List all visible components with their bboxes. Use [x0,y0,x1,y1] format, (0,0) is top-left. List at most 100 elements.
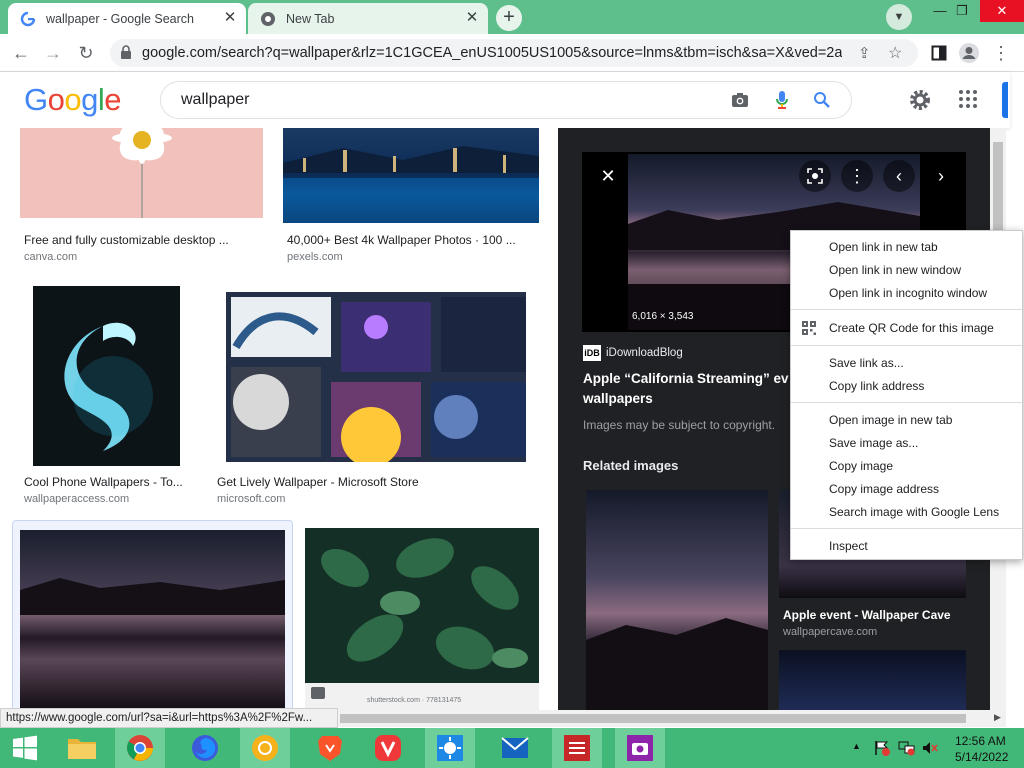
forward-arrow-icon[interactable]: → [40,40,66,66]
menu-open-link-new-window[interactable]: Open link in new window [829,263,961,277]
menu-copy-image-address[interactable]: Copy image address [829,482,939,496]
new-tab-button[interactable]: + [496,5,522,31]
related-source: wallpapercave.com [783,626,878,638]
search-box[interactable]: wallpaper [160,81,852,119]
bookmark-star-icon[interactable]: ☆ [888,43,902,63]
menu-search-google-lens[interactable]: Search image with Google Lens [829,505,999,519]
result-caption[interactable]: 40,000+ Best 4k Wallpaper Photos · 100 .… [287,233,516,247]
result-source: shutterstock.com · 778131475 [367,697,462,704]
brave-icon[interactable] [305,728,355,768]
weather-app-icon[interactable] [425,728,475,768]
more-options-icon[interactable]: ⋮ [841,160,873,192]
result-caption[interactable]: Free and fully customizable desktop ... [24,233,229,247]
qr-code-icon [802,321,816,338]
microphone-icon[interactable] [775,90,789,115]
tab-strip: wallpaper - Google Search ✕ New Tab ✕ + … [0,0,1024,34]
scroll-thumb[interactable] [340,714,966,723]
menu-separator [791,402,1022,403]
result-image-dragon[interactable] [33,286,180,466]
chrome-menu-icon[interactable]: ⋮ [988,40,1014,66]
context-menu: Open link in new tab Open link in new wi… [790,230,1023,560]
result-image-lively[interactable] [226,292,526,467]
image-results: Free and fully customizable desktop ... … [0,128,558,710]
tab-new-tab[interactable]: New Tab ✕ [248,3,488,34]
back-arrow-icon[interactable]: ← [8,40,34,66]
camera-app-icon[interactable] [615,728,665,768]
chrome-favicon-icon [260,11,276,27]
tab-title: New Tab [286,11,335,26]
google-favicon-icon [20,11,36,27]
vivaldi-icon[interactable] [363,728,413,768]
result-image-california[interactable] [20,530,285,710]
apps-grid-icon[interactable] [958,89,978,114]
result-caption[interactable]: Cool Phone Wallpapers - To... [24,475,183,489]
search-icon[interactable] [813,91,831,114]
menu-copy-link-address[interactable]: Copy link address [829,379,924,393]
menu-separator [791,345,1022,346]
mail-icon[interactable] [490,728,540,768]
link-status-bubble: https://www.google.com/url?sa=i&url=http… [0,708,338,728]
related-images-heading: Related images [583,458,679,473]
network-icon[interactable] [898,740,916,759]
site-favicon: iDB [583,345,601,361]
copyright-note[interactable]: Images may be subject to copyright. [583,418,775,432]
google-logo[interactable]: Google [24,82,122,118]
side-panel-icon[interactable] [926,40,952,66]
menu-open-link-incognito[interactable]: Open link in incognito window [829,286,987,300]
result-source: microsoft.com [217,493,286,505]
image-title-line1[interactable]: Apple “California Streaming” ev [583,371,789,386]
close-window-icon[interactable]: ✕ [980,0,1024,22]
image-title-line2[interactable]: wallpapers [583,391,653,406]
restore-icon[interactable]: ❐ [946,0,978,22]
related-image-1[interactable] [586,490,768,710]
search-input[interactable]: wallpaper [181,91,249,109]
chrome-taskbar-icon[interactable] [115,728,165,768]
related-image-3[interactable] [779,650,966,710]
clock-date[interactable]: 5/14/2022 [955,750,1008,764]
reload-icon[interactable]: ↻ [73,40,99,66]
file-explorer-icon[interactable] [57,728,107,768]
image-dimensions: 6,016 × 3,543 [632,311,694,322]
address-bar[interactable]: google.com/search?q=wallpaper&rlz=1C1GCE… [110,39,918,67]
menu-copy-image[interactable]: Copy image [829,459,893,473]
result-caption[interactable]: Get Lively Wallpaper - Microsoft Store [217,475,419,489]
volume-muted-icon[interactable] [922,740,938,759]
canary-icon[interactable] [240,728,290,768]
menu-save-image-as[interactable]: Save image as... [829,436,918,450]
share-icon[interactable]: ⇪ [858,44,871,62]
windows-start-icon[interactable] [0,728,50,768]
firefox-icon[interactable] [180,728,230,768]
clock-time[interactable]: 12:56 AM [955,734,1006,748]
camera-icon[interactable] [731,92,749,113]
result-source: wallpaperaccess.com [24,493,130,505]
news-app-icon[interactable] [552,728,602,768]
profile-avatar-icon[interactable] [956,40,982,66]
scroll-right-icon[interactable]: ▶ [994,712,1001,723]
result-image-pexels[interactable] [283,128,539,223]
previous-image-icon[interactable]: ‹ [883,160,915,192]
image-icon [311,687,325,699]
menu-create-qr-code[interactable]: Create QR Code for this image [829,321,994,335]
google-lens-icon[interactable] [799,160,831,192]
menu-separator [791,309,1022,310]
next-image-icon[interactable]: › [925,160,957,192]
close-preview-icon[interactable]: ✕ [592,160,624,192]
menu-open-link-new-tab[interactable]: Open link in new tab [829,240,938,254]
related-caption[interactable]: Apple event - Wallpaper Cave [783,608,951,622]
site-name[interactable]: iDownloadBlog [606,347,683,359]
close-tab-icon[interactable]: ✕ [464,10,480,26]
menu-save-link-as[interactable]: Save link as... [829,356,904,370]
show-hidden-icons-icon[interactable]: ▲ [852,741,861,751]
action-center-flag-icon[interactable] [874,740,890,759]
close-tab-icon[interactable]: ✕ [222,10,238,26]
tab-google-search[interactable]: wallpaper - Google Search ✕ [8,3,246,34]
google-header: Google wallpaper [0,72,1010,128]
result-image-leaves[interactable] [305,528,539,688]
tab-search-chevron-icon[interactable]: ▼ [886,4,912,30]
settings-gear-icon[interactable] [908,88,932,117]
sign-in-edge[interactable] [1002,82,1008,118]
menu-open-image-new-tab[interactable]: Open image in new tab [829,413,952,427]
menu-inspect[interactable]: Inspect [829,539,868,553]
shutterstock-strip: shutterstock.com · 778131475 [305,683,539,710]
result-image-canva[interactable] [20,128,263,218]
